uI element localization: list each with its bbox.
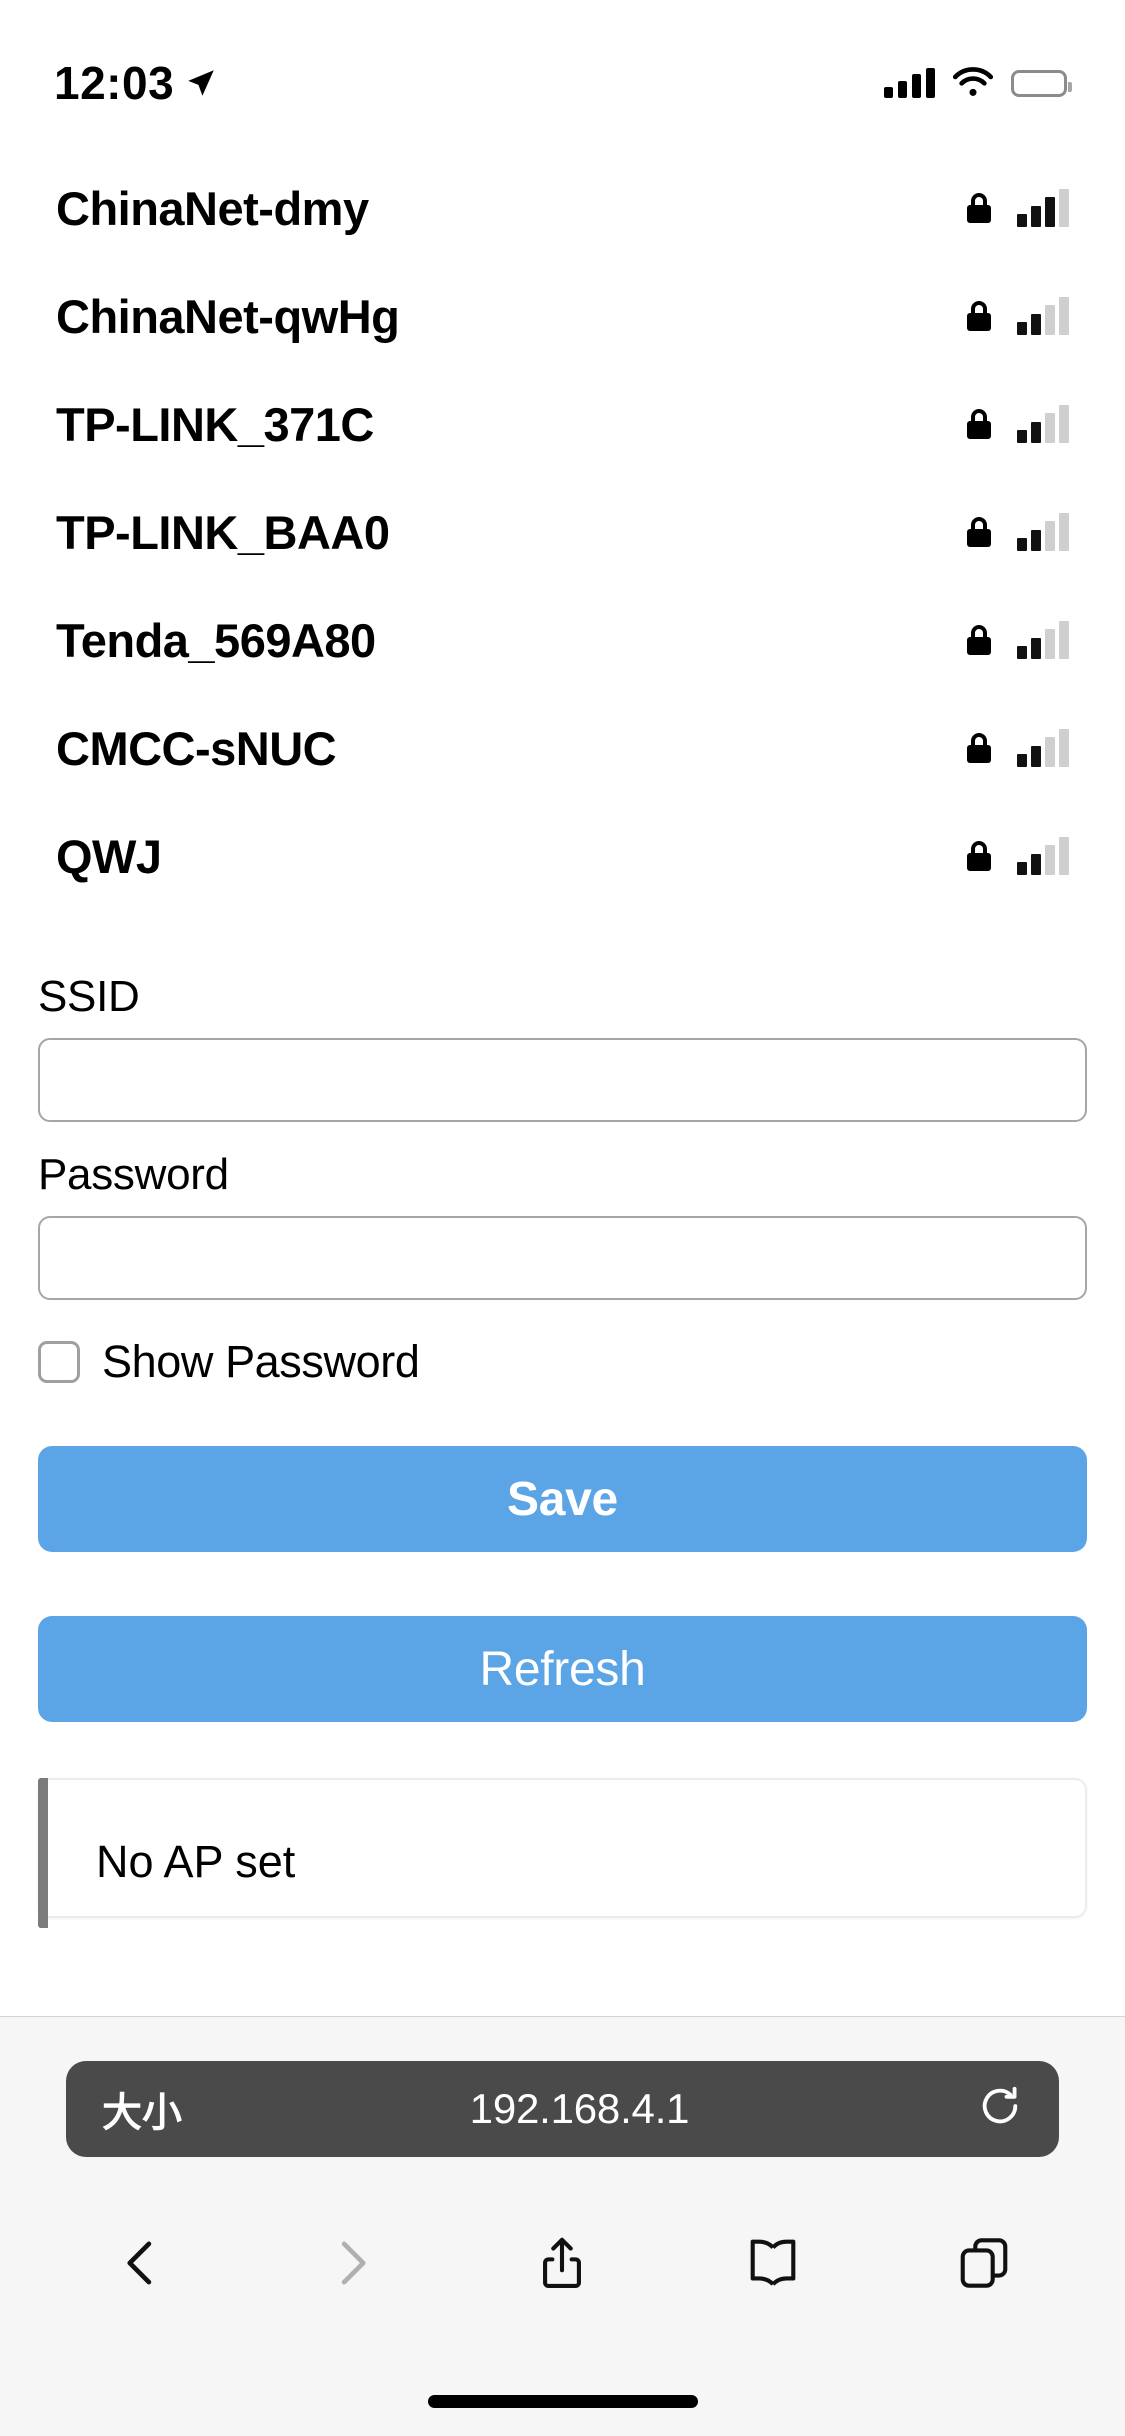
share-icon[interactable] [507,2234,617,2292]
ap-ssid-label: TP-LINK_371C [56,397,374,451]
address-bar[interactable]: 大小 192.168.4.1 [66,2061,1059,2157]
refresh-button[interactable]: Refresh [38,1616,1087,1722]
clock: 12:03 [54,57,175,109]
ap-meta [967,189,1069,227]
battery-icon [1011,69,1072,97]
back-button[interactable] [86,2236,196,2290]
wifi-config-form: SSID Password Show Password Save Refresh… [0,972,1125,1928]
list-item[interactable]: TP-LINK_371C [38,370,1087,478]
home-indicator [427,2395,698,2408]
access-point-list: ChinaNet-dmy ChinaNet-qwHg TP-LINK_371C [0,154,1125,910]
ap-ssid-label: ChinaNet-dmy [56,181,369,235]
password-label: Password [38,1150,229,1199]
forward-button[interactable] [297,2236,407,2290]
lock-icon [967,517,991,547]
ap-status-text: No AP set [96,1836,296,1887]
show-password-row[interactable]: Show Password [38,1336,1087,1388]
signal-strength-icon [1017,513,1069,551]
save-button[interactable]: Save [38,1446,1087,1552]
lock-icon [967,625,991,655]
wifi-icon [952,67,994,96]
status-bar: 12:03 [0,0,1125,132]
ap-status-card: No AP set [38,1778,1087,1928]
ap-ssid-label: ChinaNet-qwHg [56,289,400,343]
ssid-input[interactable] [38,1038,1087,1122]
signal-strength-icon [1017,189,1069,227]
list-item[interactable]: CMCC-sNUC [38,694,1087,802]
lock-icon [967,301,991,331]
status-bar-right [884,33,1072,99]
show-password-label: Show Password [102,1336,420,1387]
ap-meta [967,405,1069,443]
lock-icon [967,841,991,871]
status-bar-left: 12:03 [54,22,218,110]
ap-ssid-label: TP-LINK_BAA0 [56,505,390,559]
ap-ssid-label: CMCC-sNUC [56,721,337,775]
text-size-button[interactable]: 大小 [102,2080,182,2138]
ap-ssid-label: Tenda_569A80 [56,613,376,667]
page-content: ChinaNet-dmy ChinaNet-qwHg TP-LINK_371C [0,132,1125,1928]
book-icon[interactable] [718,2234,828,2292]
ap-ssid-label: QWJ [56,829,162,883]
list-item[interactable]: QWJ [38,802,1087,910]
signal-strength-icon [1017,837,1069,875]
ap-meta [967,837,1069,875]
ssid-label: SSID [38,972,140,1021]
phone-screen: 12:03 ChinaNet-dmy ChinaNet-qwHg TP-LINK… [0,0,1125,2436]
list-item[interactable]: Tenda_569A80 [38,586,1087,694]
browser-toolbar [0,2203,1125,2323]
show-password-checkbox[interactable] [38,1341,80,1383]
tabs-icon[interactable] [929,2234,1039,2292]
signal-strength-icon [1017,621,1069,659]
location-arrow-icon [188,70,214,96]
list-item[interactable]: TP-LINK_BAA0 [38,478,1087,586]
signal-strength-icon [1017,297,1069,335]
ap-meta [967,297,1069,335]
url-text[interactable]: 192.168.4.1 [470,2085,690,2133]
signal-strength-icon [1017,405,1069,443]
signal-strength-icon [1017,729,1069,767]
reload-icon[interactable] [977,2083,1023,2136]
list-item[interactable]: ChinaNet-dmy [38,154,1087,262]
password-input[interactable] [38,1216,1087,1300]
cellular-bars-icon [884,68,935,98]
lock-icon [967,733,991,763]
ap-meta [967,621,1069,659]
ap-meta [967,729,1069,767]
list-item[interactable]: ChinaNet-qwHg [38,262,1087,370]
lock-icon [967,193,991,223]
lock-icon [967,409,991,439]
ap-meta [967,513,1069,551]
browser-chrome: 大小 192.168.4.1 [0,2016,1125,2436]
